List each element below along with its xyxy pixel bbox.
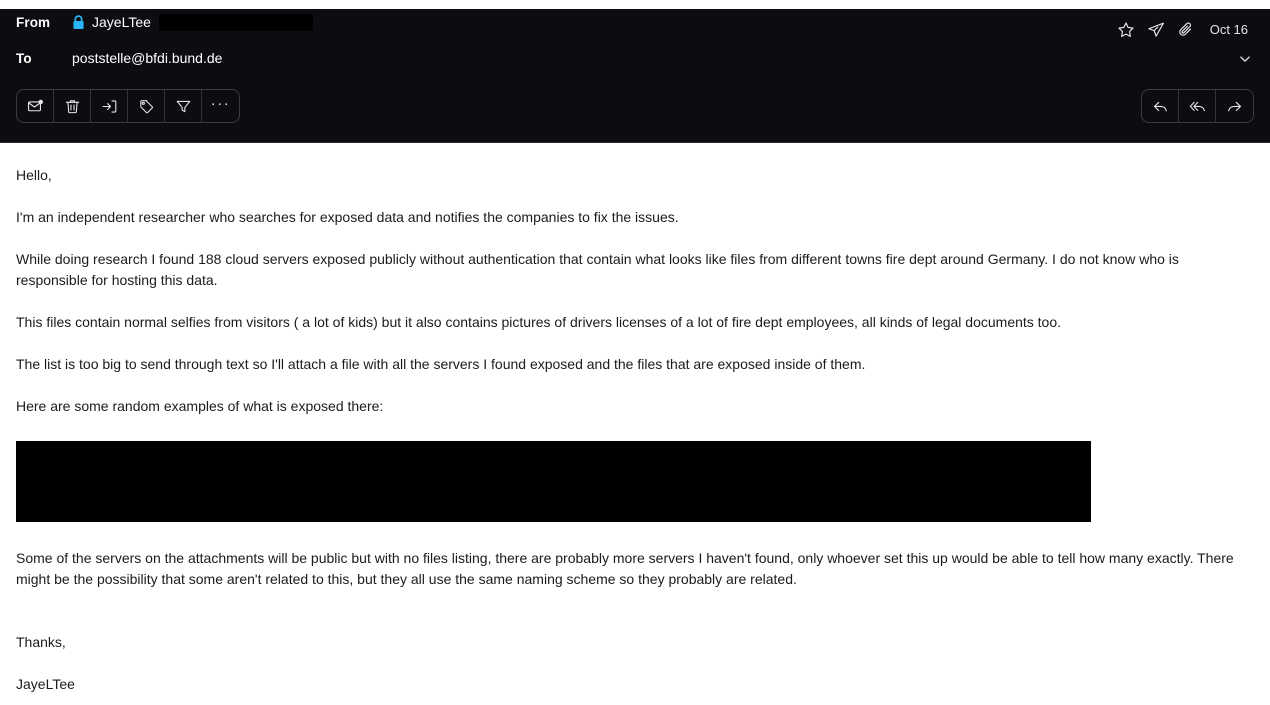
- archive-button[interactable]: [91, 90, 128, 122]
- from-row: From JayeLTee: [0, 9, 1270, 35]
- body-paragraph-4: The list is too big to send through text…: [16, 356, 866, 372]
- body-paragraph-1: I'm an independent researcher who search…: [16, 209, 679, 225]
- body-greeting: Hello,: [16, 167, 52, 183]
- to-address: poststelle@bfdi.bund.de: [72, 50, 223, 66]
- delete-button[interactable]: [54, 90, 91, 122]
- paper-plane-icon[interactable]: [1147, 20, 1166, 39]
- mail-header: From JayeLTee To poststelle@bfdi.bund.de: [0, 9, 1270, 143]
- mail-body: Hello, I'm an independent researcher who…: [0, 143, 1270, 695]
- redacted-image-block: [16, 441, 1091, 522]
- reply-button[interactable]: [1142, 90, 1179, 122]
- lock-icon: [72, 14, 85, 30]
- reply-all-button[interactable]: [1179, 90, 1216, 122]
- star-icon[interactable]: [1117, 20, 1136, 39]
- body-paragraph-3: This files contain normal selfies from v…: [16, 314, 1062, 330]
- forward-button[interactable]: [1216, 90, 1253, 122]
- body-paragraph-2: While doing research I found 188 cloud s…: [16, 251, 1179, 288]
- toolbar-row: ···: [0, 89, 1270, 123]
- from-address-redaction: [158, 13, 313, 31]
- mark-unread-button[interactable]: [17, 90, 54, 122]
- from-sender-name: JayeLTee: [92, 14, 151, 30]
- body-signature: JayeLTee: [16, 676, 75, 692]
- to-row: To poststelle@bfdi.bund.de: [0, 45, 1270, 71]
- body-paragraph-6: Some of the servers on the attachments w…: [16, 550, 1234, 587]
- message-actions-toolbar: ···: [16, 89, 240, 123]
- more-options-button[interactable]: ···: [202, 90, 239, 122]
- ellipsis-icon: ···: [210, 95, 231, 112]
- from-label: From: [16, 14, 51, 30]
- tag-button[interactable]: [128, 90, 165, 122]
- filter-button[interactable]: [165, 90, 202, 122]
- paperclip-icon[interactable]: [1177, 20, 1196, 39]
- body-paragraph-5: Here are some random examples of what is…: [16, 398, 384, 414]
- header-actions: Oct 16: [1117, 20, 1248, 39]
- to-label: To: [16, 50, 32, 66]
- mail-date: Oct 16: [1209, 22, 1248, 37]
- reply-actions-toolbar: [1141, 89, 1254, 123]
- body-closing: Thanks,: [16, 634, 66, 650]
- chevron-down-icon[interactable]: [1235, 49, 1255, 69]
